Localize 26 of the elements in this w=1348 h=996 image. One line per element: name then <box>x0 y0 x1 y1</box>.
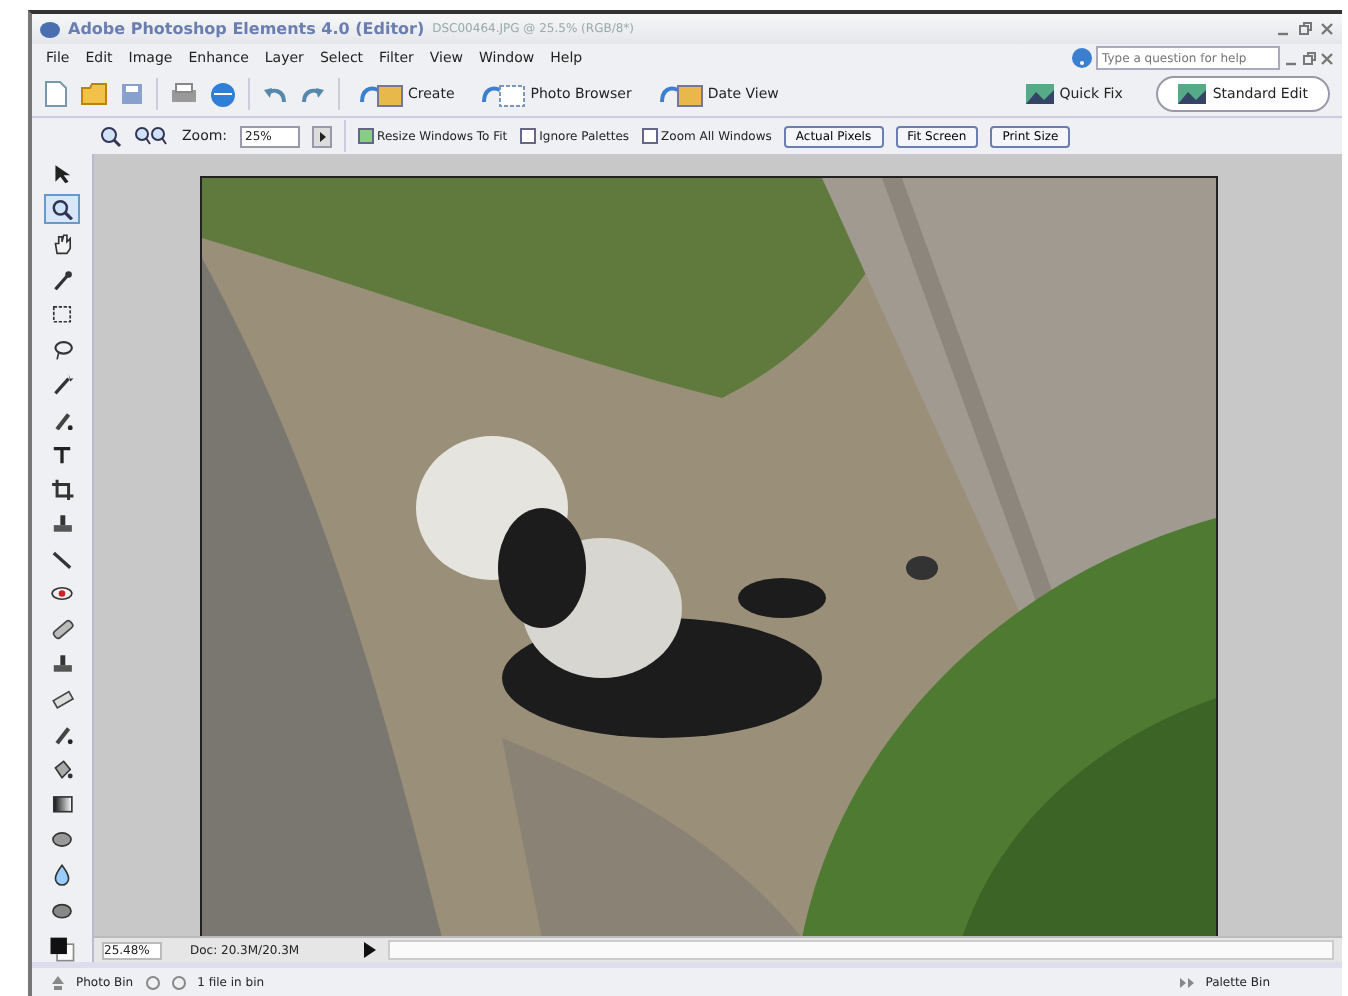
new-file-icon[interactable] <box>44 80 68 108</box>
restore-icon[interactable] <box>1298 22 1312 36</box>
magnifier-icon[interactable] <box>44 193 80 224</box>
landscape-icon <box>1025 84 1054 104</box>
redo-icon[interactable] <box>300 82 326 106</box>
landscape-icon <box>1178 84 1207 104</box>
play-icon[interactable] <box>362 942 376 958</box>
magnifier-icon[interactable] <box>100 125 122 147</box>
close-icon[interactable] <box>1320 51 1334 65</box>
arrow-frame-icon <box>482 81 527 107</box>
zoom-in-out-icon[interactable] <box>134 125 170 147</box>
arrow-frame-icon <box>360 81 404 107</box>
folder-icon[interactable] <box>80 82 108 106</box>
app-icon <box>40 21 60 37</box>
undo-icon[interactable] <box>262 82 288 106</box>
window-title: Adobe Photoshop Elements 4.0 (Editor) <box>68 20 425 38</box>
help-icon[interactable] <box>1072 48 1092 68</box>
restore-icon[interactable] <box>1302 51 1316 65</box>
palette-bin-icon[interactable] <box>1179 975 1194 989</box>
save-icon[interactable] <box>120 82 144 106</box>
horizontal-scrollbar[interactable] <box>388 940 1334 960</box>
close-icon[interactable] <box>1320 22 1334 36</box>
bin-icon[interactable] <box>52 975 64 989</box>
color-swatch-icon[interactable] <box>46 936 78 963</box>
arrow-frame-icon <box>659 81 704 107</box>
printer-icon[interactable] <box>170 82 198 106</box>
